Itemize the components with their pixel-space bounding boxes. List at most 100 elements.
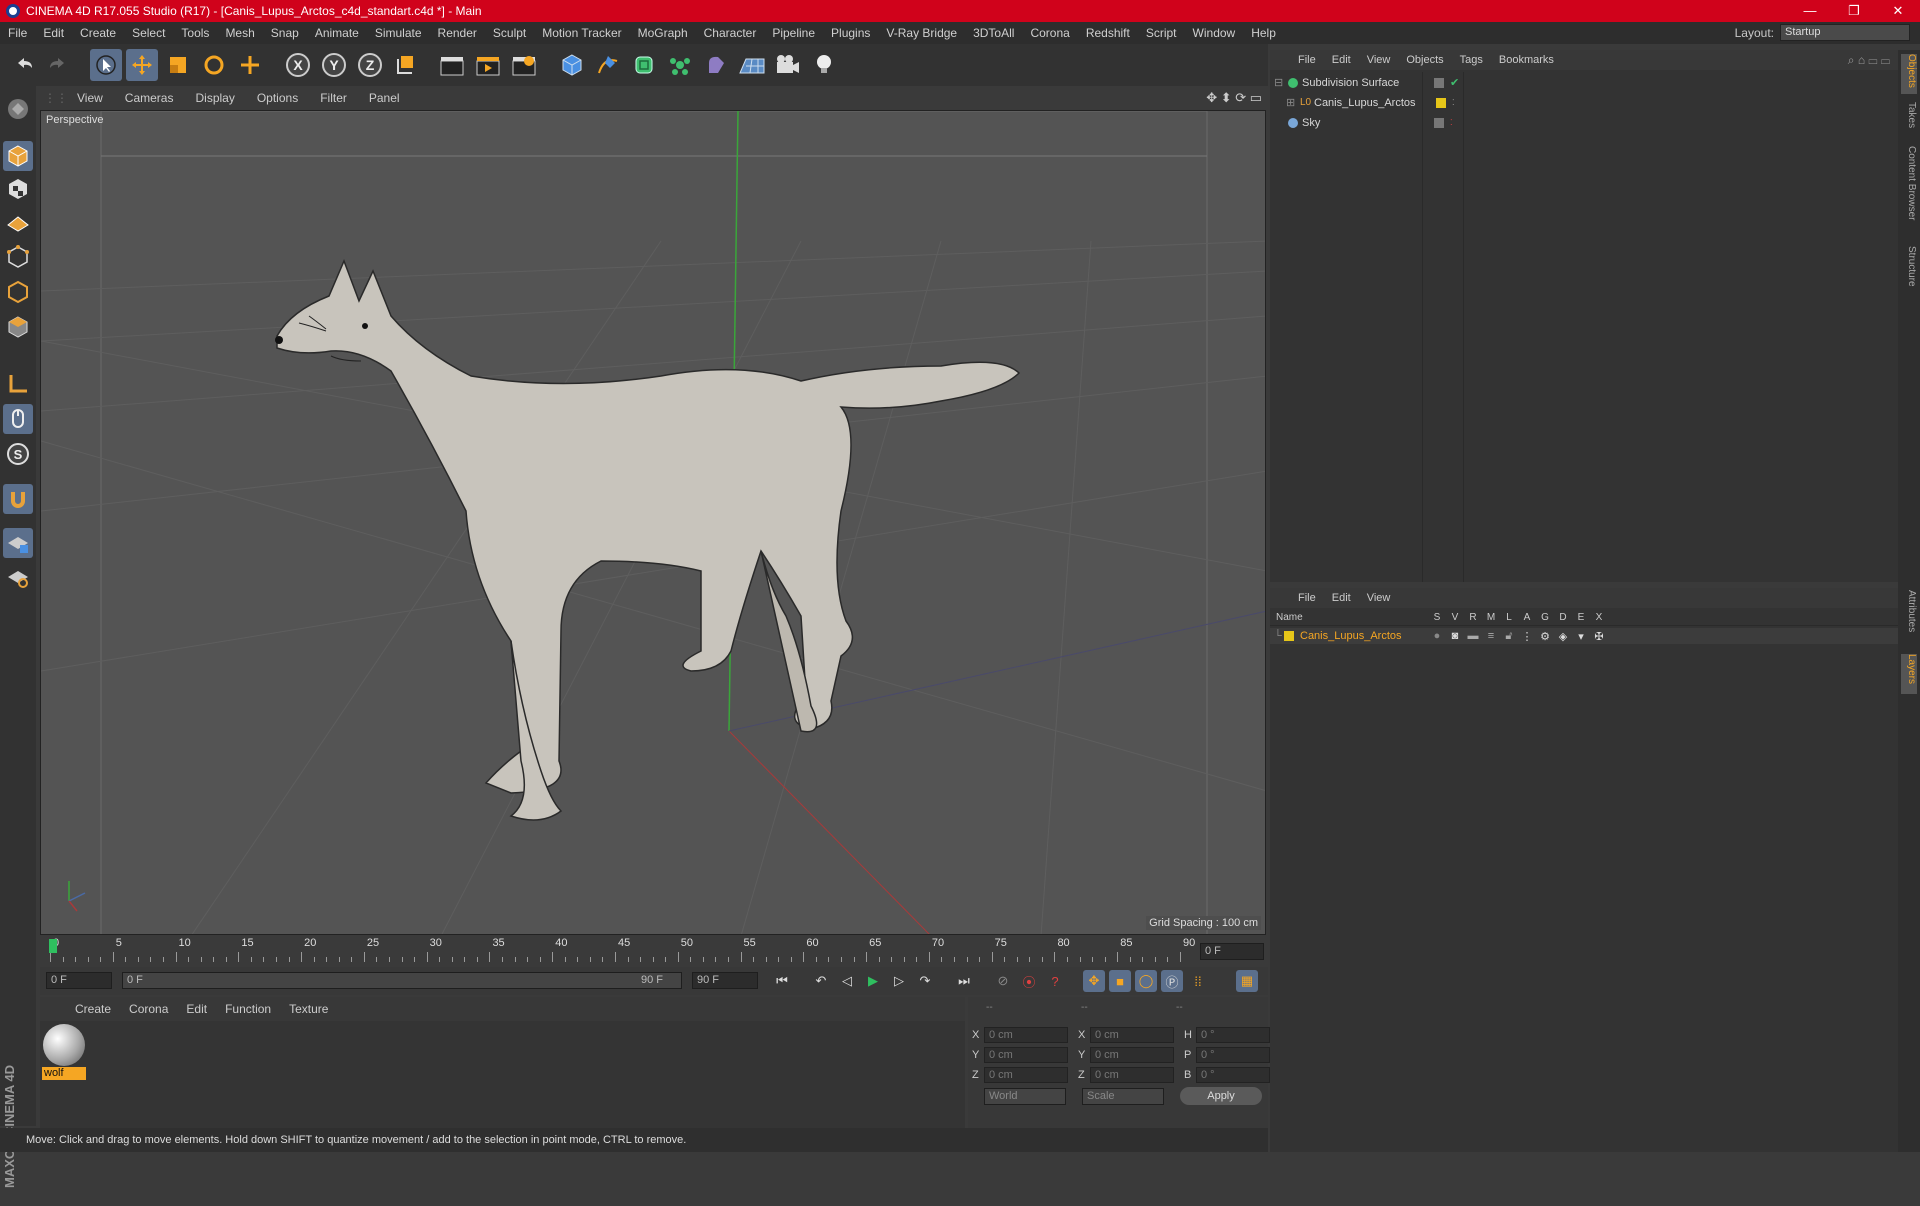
- object-row-canis[interactable]: ⊞ L0 Canis_Lupus_Arctos ⁚: [1274, 94, 1894, 111]
- rotation-b-field[interactable]: 0 °: [1196, 1067, 1270, 1083]
- menu-script[interactable]: Script: [1138, 26, 1185, 40]
- points-mode-button[interactable]: [3, 242, 33, 272]
- menu-character[interactable]: Character: [696, 26, 765, 40]
- add-cube-button[interactable]: [556, 49, 588, 81]
- timeline-window-button[interactable]: ▦: [1236, 970, 1258, 992]
- key-parameter-button[interactable]: Ⓟ: [1161, 970, 1183, 992]
- layer-row[interactable]: └ Canis_Lupus_Arctos ● ◙ ▬ ≡ 🔓︎ ⋮ ⚙ ◈ ▾ …: [1270, 628, 1898, 644]
- model-mode-button[interactable]: [3, 141, 33, 171]
- planar-workplane-button[interactable]: [3, 562, 33, 592]
- generator-toggle-icon[interactable]: ⚙: [1536, 630, 1554, 643]
- workplane-mode-button[interactable]: [3, 206, 33, 236]
- xref-toggle-icon[interactable]: ✠: [1590, 630, 1608, 643]
- manager-toggle-icon[interactable]: ≡: [1482, 630, 1500, 642]
- autokey-button[interactable]: ⦿: [1018, 970, 1040, 992]
- apply-button[interactable]: Apply: [1180, 1087, 1262, 1105]
- menu-motion-tracker[interactable]: Motion Tracker: [534, 26, 629, 40]
- record-keys-button[interactable]: ⊘: [992, 970, 1014, 992]
- make-editable-button[interactable]: [3, 94, 33, 124]
- next-key-button[interactable]: ↷: [914, 970, 936, 992]
- expression-toggle-icon[interactable]: ▾: [1572, 630, 1590, 643]
- menu-select[interactable]: Select: [124, 26, 173, 40]
- side-tab-takes[interactable]: Takes: [1901, 102, 1917, 136]
- start-frame-field[interactable]: 0 F: [46, 972, 112, 989]
- object-menu-file[interactable]: File: [1290, 54, 1324, 66]
- coordinate-system-button[interactable]: [390, 49, 422, 81]
- keyframe-selection-button[interactable]: ?: [1044, 970, 1066, 992]
- locked-workplane-button[interactable]: [3, 528, 33, 558]
- viewport-menu-filter[interactable]: Filter: [309, 91, 358, 105]
- key-position-button[interactable]: ✥: [1083, 970, 1105, 992]
- end-frame-field[interactable]: 90 F: [692, 972, 758, 989]
- menu-plugins[interactable]: Plugins: [823, 26, 878, 40]
- menu-window[interactable]: Window: [1185, 26, 1244, 40]
- viewport-menu-options[interactable]: Options: [246, 91, 309, 105]
- material-menu-texture[interactable]: Texture: [280, 1002, 337, 1016]
- key-scale-button[interactable]: ■: [1109, 970, 1131, 992]
- menu-redshift[interactable]: Redshift: [1078, 26, 1138, 40]
- recent-tool-button[interactable]: [234, 49, 266, 81]
- magnet-button[interactable]: [3, 484, 33, 514]
- viewport-menu-panel[interactable]: Panel: [358, 91, 411, 105]
- play-button[interactable]: ▶: [862, 970, 884, 992]
- menu-create[interactable]: Create: [72, 26, 124, 40]
- texture-mode-button[interactable]: [3, 174, 33, 204]
- menu-help[interactable]: Help: [1243, 26, 1284, 40]
- render-toggle-icon[interactable]: ▬: [1464, 630, 1482, 642]
- menu-mograph[interactable]: MoGraph: [630, 26, 696, 40]
- prev-key-button[interactable]: ↶: [810, 970, 832, 992]
- key-pla-button[interactable]: ⁞⁞: [1187, 970, 1209, 992]
- viewport-menu-view[interactable]: View: [66, 91, 114, 105]
- layer-menu-edit[interactable]: Edit: [1324, 592, 1359, 604]
- playhead[interactable]: [49, 939, 57, 953]
- rotation-p-field[interactable]: 0 °: [1196, 1047, 1270, 1063]
- side-tab-attributes[interactable]: Attributes: [1901, 590, 1917, 646]
- add-generator-button[interactable]: [628, 49, 660, 81]
- size-y-field[interactable]: 0 cm: [1090, 1047, 1174, 1063]
- add-light-button[interactable]: [808, 49, 840, 81]
- menu-tools[interactable]: Tools: [173, 26, 217, 40]
- key-rotation-button[interactable]: ◯: [1135, 970, 1157, 992]
- menu-animate[interactable]: Animate: [307, 26, 367, 40]
- rotation-h-field[interactable]: 0 °: [1196, 1027, 1270, 1043]
- animation-toggle-icon[interactable]: ⋮: [1518, 630, 1536, 643]
- viewport-3d[interactable]: Perspective Grid Spacing : 100 cm: [40, 110, 1266, 935]
- timeline-ruler[interactable]: 051015202530354045505560657075808590 0 F: [40, 936, 1268, 966]
- add-deformer-button[interactable]: [700, 49, 732, 81]
- menu-simulate[interactable]: Simulate: [367, 26, 430, 40]
- current-frame-field[interactable]: 0 F: [1200, 943, 1264, 960]
- add-camera-button[interactable]: [772, 49, 804, 81]
- snap-button[interactable]: S: [3, 439, 33, 469]
- position-x-field[interactable]: 0 cm: [984, 1027, 1068, 1043]
- polygons-mode-button[interactable]: [3, 312, 33, 342]
- object-row-sky[interactable]: Sky ⁚: [1274, 114, 1894, 131]
- layer-color-icon[interactable]: [1436, 97, 1446, 108]
- side-tab-content-browser[interactable]: Content Browser: [1901, 146, 1917, 236]
- material-menu-corona[interactable]: Corona: [120, 1002, 177, 1016]
- menu-3dtoall[interactable]: 3DToAll: [965, 26, 1022, 40]
- prev-frame-button[interactable]: ◁: [836, 970, 858, 992]
- rotate-tool-button[interactable]: [198, 49, 230, 81]
- side-tab-structure[interactable]: Structure: [1901, 246, 1917, 296]
- live-selection-button[interactable]: [90, 49, 122, 81]
- undo-button[interactable]: [8, 49, 40, 81]
- add-spline-button[interactable]: [592, 49, 624, 81]
- menu-render[interactable]: Render: [430, 26, 485, 40]
- viewport-menu-display[interactable]: Display: [184, 91, 245, 105]
- menu-mesh[interactable]: Mesh: [217, 26, 262, 40]
- material-menu-function[interactable]: Function: [216, 1002, 280, 1016]
- add-mograph-button[interactable]: [664, 49, 696, 81]
- object-search-icon[interactable]: ⌕ ⌂ ▭ ▭: [1848, 53, 1890, 68]
- minimize-button[interactable]: —: [1788, 0, 1832, 22]
- enable-axis-button[interactable]: [3, 369, 33, 399]
- object-menu-edit[interactable]: Edit: [1324, 54, 1359, 66]
- material-menu-create[interactable]: Create: [66, 1002, 120, 1016]
- coord-mode-dropdown[interactable]: Scale: [1082, 1088, 1164, 1105]
- deformer-toggle-icon[interactable]: ◈: [1554, 630, 1572, 643]
- menu-edit[interactable]: Edit: [35, 26, 72, 40]
- object-menu-tags[interactable]: Tags: [1452, 54, 1491, 66]
- visibility-dots-icon[interactable]: ⁚: [1452, 98, 1455, 107]
- add-floor-button[interactable]: [736, 49, 768, 81]
- object-menu-bookmarks[interactable]: Bookmarks: [1491, 54, 1562, 66]
- object-menu-view[interactable]: View: [1359, 54, 1399, 66]
